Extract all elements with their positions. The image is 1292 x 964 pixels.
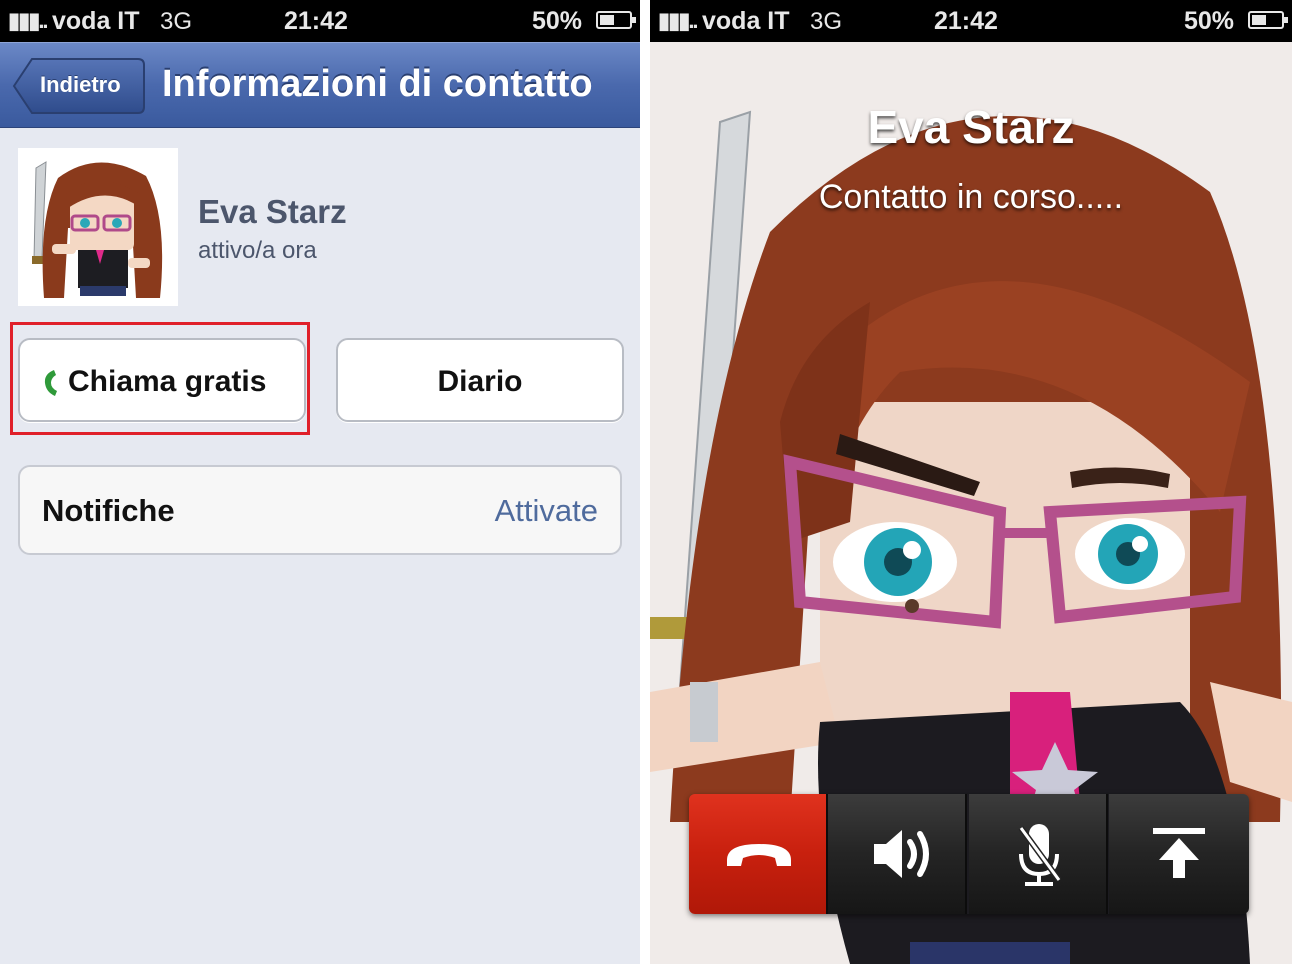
battery-percent: 50% [531,7,582,35]
mute-button[interactable] [969,794,1108,914]
signal-strength-icon: ▮▮▮.. [658,8,699,33]
contact-name: Eva Starz [198,193,347,230]
contact-info-screen: ▮▮▮.. voda IT 3G 21:42 50% Indietro Info… [0,0,640,964]
timeline-button[interactable]: Diario [336,338,624,422]
contact-status: attivo/a ora [198,237,317,264]
free-call-button[interactable]: Chiama gratis [18,338,306,422]
speaker-icon [874,830,929,878]
status-time: 21:42 [934,7,998,35]
notifications-label: Notifiche [42,493,175,528]
timeline-label: Diario [437,365,523,398]
status-bar: ▮▮▮.. voda IT 3G 21:42 50% [0,0,640,42]
page-title: Informazioni di contatto [162,63,593,105]
call-controls [689,794,1249,914]
back-button[interactable]: Indietro [12,57,146,115]
network-type: 3G [160,8,193,35]
navigation-bar: Indietro Informazioni di contatto [0,42,640,128]
battery-icon [596,11,636,29]
notifications-row[interactable]: Notifiche Attivate [18,465,622,555]
signal-strength-icon: ▮▮▮.. [8,8,49,33]
network-type: 3G [810,8,843,35]
end-call-icon [727,844,791,866]
battery-icon [1248,11,1288,29]
mute-microphone-icon [1018,824,1062,886]
end-call-button[interactable] [689,794,828,914]
carrier-label: voda IT [52,7,140,35]
carrier-label: voda IT [702,7,790,35]
battery-percent: 50% [1183,7,1234,35]
call-status: Contatto in corso..... [818,178,1124,216]
speaker-button[interactable] [828,794,967,914]
share-button[interactable] [1109,794,1249,914]
call-screen: ▮▮▮.. voda IT 3G 21:42 50% Eva Starz Con… [650,0,1292,964]
status-bar: ▮▮▮.. voda IT 3G 21:42 50% [650,0,1292,42]
caller-name: Eva Starz [867,101,1075,153]
notifications-value: Attivate [494,493,598,528]
share-upload-icon [1153,828,1205,878]
phone-icon [44,370,57,396]
status-time: 21:42 [284,7,348,35]
free-call-label: Chiama gratis [68,365,267,398]
contact-avatar[interactable] [18,148,178,306]
back-button-label: Indietro [40,72,121,97]
avatar-image [18,148,178,306]
